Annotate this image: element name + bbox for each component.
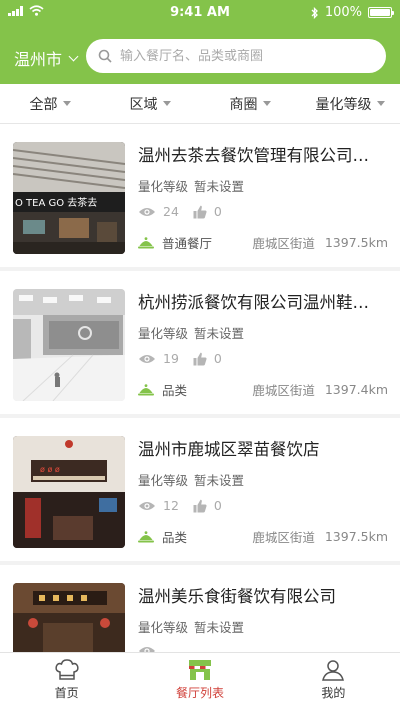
restaurant-photo: O TEA GO 去茶去 <box>13 142 125 254</box>
meta-row: 普通餐厅 鹿城区街道 1397.5km <box>138 233 388 252</box>
eye-icon <box>139 354 155 363</box>
store-sign-text: O TEA GO 去茶去 <box>15 196 97 209</box>
thumbs-up-icon[interactable] <box>193 352 207 366</box>
tab-mine[interactable]: 我的 <box>267 653 400 710</box>
restaurant-area: 鹿城区街道 <box>252 383 315 398</box>
grade-value: 暂未设置 <box>194 326 245 341</box>
battery-percent: 100% <box>324 5 362 20</box>
dropdown-triangle-icon <box>62 101 71 106</box>
bluetooth-icon <box>311 6 318 19</box>
chevron-down-icon <box>68 51 79 61</box>
grade-row: 量化等级 暂未设置 <box>138 176 244 195</box>
dish-cover-icon <box>138 383 154 395</box>
restaurant-area: 鹿城区街道 <box>252 530 315 545</box>
grade-label: 量化等级 <box>138 326 189 341</box>
filter-label: 全部 <box>29 96 58 113</box>
like-count: 0 <box>213 204 222 219</box>
filter-all[interactable]: 全部 <box>0 84 100 123</box>
grade-label: 量化等级 <box>138 179 189 194</box>
filter-region[interactable]: 区域 <box>100 84 200 123</box>
grade-value: 暂未设置 <box>194 473 245 488</box>
filter-grade[interactable]: 量化等级 <box>300 84 400 123</box>
stats-row: 19 0 <box>138 351 236 366</box>
restaurant-type: 品类 <box>162 530 188 545</box>
restaurant-name: 温州市鹿城区翠苗餐饮店 <box>138 440 320 459</box>
thumbs-up-icon[interactable] <box>193 205 207 219</box>
thumbs-up-icon[interactable] <box>193 499 207 513</box>
battery-icon <box>368 7 394 18</box>
dropdown-triangle-icon <box>262 101 271 106</box>
eye-icon <box>139 501 155 510</box>
tab-restaurant-list[interactable]: 餐厅列表 <box>133 653 266 710</box>
restaurant-photo: ø ø ø <box>13 436 125 548</box>
filter-business-district[interactable]: 商圈 <box>200 84 300 123</box>
tab-home[interactable]: 首页 <box>0 653 133 710</box>
dish-cover-icon <box>138 236 154 248</box>
person-icon <box>322 660 345 681</box>
like-count: 0 <box>213 498 222 513</box>
eye-icon <box>139 647 155 652</box>
tab-label: 我的 <box>321 686 346 700</box>
dropdown-triangle-icon <box>162 101 171 106</box>
svg-text:ø ø ø: ø ø ø <box>40 465 60 474</box>
grade-value: 暂未设置 <box>194 620 245 635</box>
filter-label: 区域 <box>129 96 158 113</box>
restaurant-card[interactable]: O TEA GO 去茶去 温州去茶去餐饮管理有限公司… 量化等级 暂未设置 24 … <box>0 124 400 267</box>
tab-label: 餐厅列表 <box>175 686 224 700</box>
restaurant-distance: 1397.4km <box>324 382 388 397</box>
view-count: 24 <box>163 204 179 219</box>
restaurant-distance: 1397.5km <box>324 235 388 250</box>
restaurant-name: 温州去茶去餐饮管理有限公司… <box>138 146 369 165</box>
filter-bar: 全部 区域 商圈 量化等级 <box>0 84 400 124</box>
grade-label: 量化等级 <box>138 473 189 488</box>
search-input[interactable] <box>120 48 360 64</box>
status-right-group: 100% <box>311 5 394 20</box>
restaurant-type: 普通餐厅 <box>162 236 213 251</box>
grade-value: 暂未设置 <box>194 179 245 194</box>
dish-cover-icon <box>138 530 154 542</box>
restaurant-name: 杭州捞派餐饮有限公司温州鞋… <box>138 293 369 312</box>
grade-row: 量化等级 暂未设置 <box>138 617 244 636</box>
dropdown-triangle-icon <box>376 101 385 106</box>
stats-row: 12 0 <box>138 498 236 513</box>
search-icon <box>98 49 112 63</box>
restaurant-photo <box>13 289 125 401</box>
restaurant-area: 鹿城区街道 <box>252 236 315 251</box>
grade-row: 量化等级 暂未设置 <box>138 470 244 489</box>
stats-row: 24 0 <box>138 204 236 219</box>
restaurant-distance: 1397.5km <box>324 529 388 544</box>
app-header: 9:41 AM 100% 温州市 <box>0 0 400 84</box>
restaurant-card[interactable]: 温州美乐食街餐饮有限公司 量化等级 暂未设置 <box>0 565 400 652</box>
meta-row: 品类 鹿城区街道 1397.5km <box>138 527 388 546</box>
chef-hat-icon <box>55 659 79 680</box>
restaurant-list: O TEA GO 去茶去 温州去茶去餐饮管理有限公司… 量化等级 暂未设置 24 … <box>0 124 400 652</box>
tab-bar: 首页 餐厅列表 我的 <box>0 652 400 710</box>
city-selector[interactable]: 温州市 <box>14 46 79 70</box>
filter-label: 商圈 <box>229 96 258 113</box>
restaurant-card[interactable]: ø ø ø 温州市鹿城区翠苗餐饮店 量化等级 暂未设置 12 0 品类 鹿城区街… <box>0 418 400 561</box>
filter-label: 量化等级 <box>315 96 372 113</box>
search-box[interactable] <box>86 39 386 73</box>
grade-row: 量化等级 暂未设置 <box>138 323 244 342</box>
restaurant-type: 品类 <box>162 383 188 398</box>
storefront-icon <box>188 660 211 680</box>
eye-icon <box>139 207 155 216</box>
restaurant-card[interactable]: 杭州捞派餐饮有限公司温州鞋… 量化等级 暂未设置 19 0 品类 鹿城区街道 13… <box>0 271 400 414</box>
stats-row <box>138 645 177 652</box>
restaurant-photo <box>13 583 125 652</box>
status-bar: 9:41 AM 100% <box>0 0 400 26</box>
tab-label: 首页 <box>54 686 79 700</box>
restaurant-name: 温州美乐食街餐饮有限公司 <box>138 587 336 606</box>
grade-label: 量化等级 <box>138 620 189 635</box>
meta-row: 品类 鹿城区街道 1397.4km <box>138 380 388 399</box>
view-count: 12 <box>163 498 179 513</box>
like-count: 0 <box>213 351 222 366</box>
view-count: 19 <box>163 351 179 366</box>
city-label: 温州市 <box>14 50 63 69</box>
